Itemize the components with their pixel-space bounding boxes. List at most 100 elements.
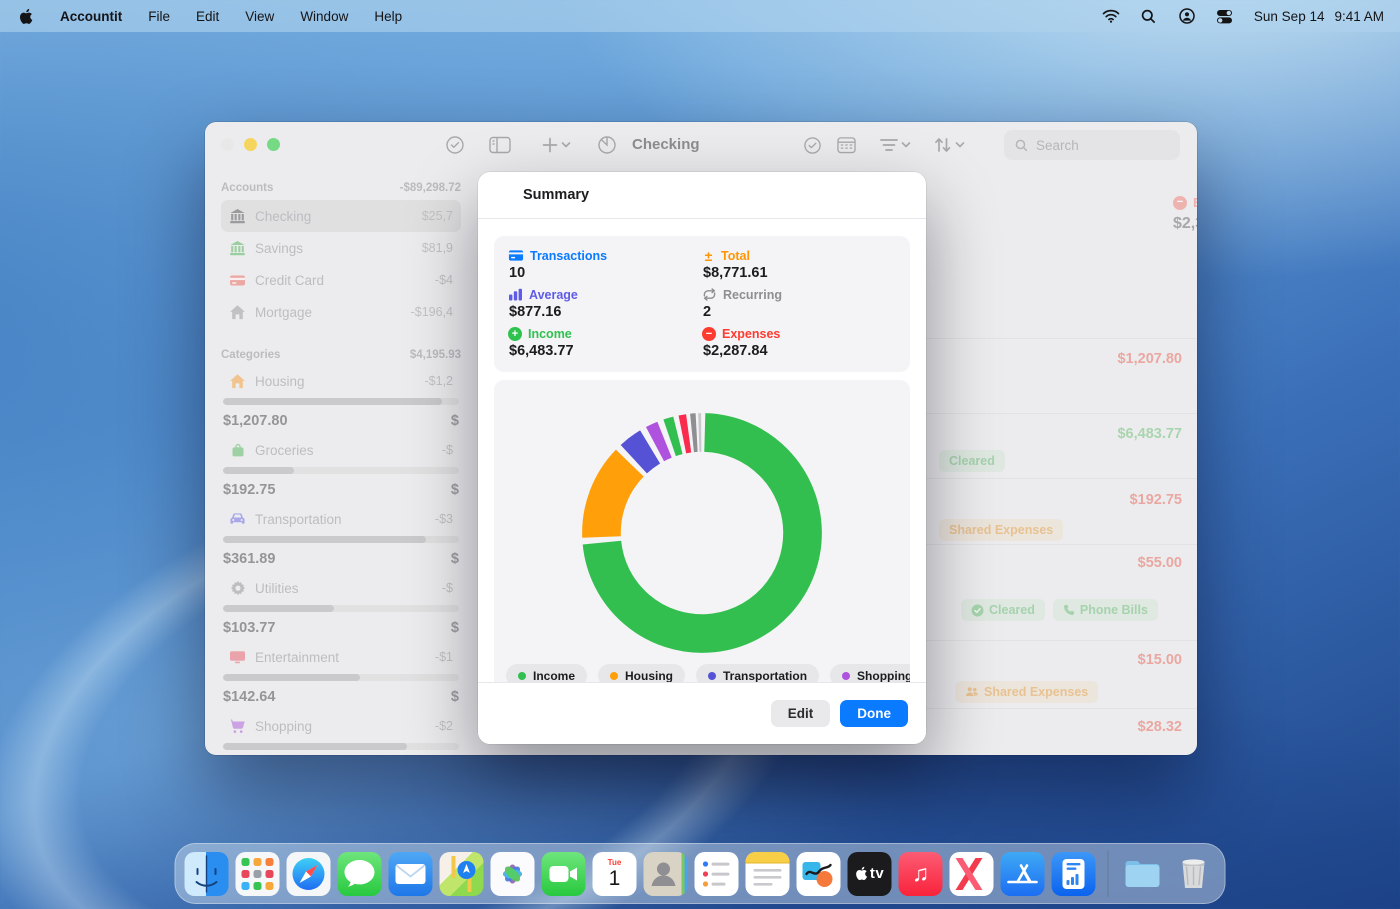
tv-label: tv — [870, 865, 884, 882]
category-housing[interactable]: Housing -$1,2 $1,207.80$ — [221, 367, 461, 432]
progress-bar — [223, 536, 459, 543]
dock-app-calendar[interactable]: Tue 1 — [593, 852, 637, 896]
credit-card-icon — [229, 272, 246, 289]
window-title: Checking — [632, 136, 700, 153]
category-transportation[interactable]: Transportation -$3 $361.89$ — [221, 505, 461, 570]
zoom-button[interactable] — [267, 138, 280, 151]
progress-bar — [223, 674, 459, 681]
dock-app-news[interactable] — [950, 852, 994, 896]
donut-segment-groceries[interactable] — [670, 435, 678, 437]
donut-chart — [557, 388, 847, 678]
donut-segment-transportation[interactable] — [634, 447, 650, 459]
sidebar-item-checking[interactable]: Checking $25,7 — [221, 200, 461, 232]
category-spent: $1,207.80 — [223, 413, 288, 429]
progress-bar — [223, 605, 459, 612]
user-icon[interactable] — [1178, 7, 1196, 25]
menu-item-help[interactable]: Help — [374, 9, 402, 24]
dock-app-app-store[interactable] — [1001, 852, 1045, 896]
sidebar-item-credit-card[interactable]: Credit Card -$4 — [221, 264, 461, 296]
repeat-icon — [702, 288, 717, 301]
dock-app-mail[interactable] — [389, 852, 433, 896]
bank-icon — [229, 240, 246, 257]
categories-header: Categories $4,195.93 — [221, 343, 461, 367]
tag-badge-phone-bills: Phone Bills — [1053, 599, 1158, 621]
menu-app-name[interactable]: Accountit — [60, 9, 122, 24]
donut-segment-shopping[interactable] — [655, 440, 665, 444]
expenses-stat: − Expenses $2,384.18 — [1173, 195, 1197, 233]
donut-segment-entertainment[interactable] — [682, 433, 688, 434]
modal-footer: Edit Done — [478, 682, 926, 744]
done-button[interactable]: Done — [840, 700, 908, 727]
house-icon — [229, 304, 246, 321]
progress-bar — [223, 398, 459, 405]
progress-bar — [223, 743, 459, 750]
dock-trash[interactable] — [1172, 852, 1216, 896]
category-entertainment[interactable]: Entertainment -$1 $142.64$ — [221, 643, 461, 708]
dock-folder-downloads[interactable] — [1121, 852, 1165, 896]
wifi-icon[interactable] — [1102, 7, 1120, 25]
menu-item-file[interactable]: File — [148, 9, 170, 24]
modal-title: Summary — [478, 172, 926, 219]
donut-segment-income[interactable] — [602, 433, 803, 634]
dock-app-photos[interactable] — [491, 852, 535, 896]
select-transactions-icon[interactable] — [445, 135, 465, 155]
minimize-button[interactable] — [244, 138, 257, 151]
sort-icon[interactable] — [933, 135, 965, 155]
plus-circle-icon: + — [508, 327, 522, 341]
summary-pie-icon[interactable] — [597, 135, 617, 155]
cleared-filter-icon[interactable] — [803, 135, 822, 155]
apple-menu-icon[interactable] — [16, 7, 34, 25]
progress-bar — [223, 467, 459, 474]
sidebar-item-mortgage[interactable]: Mortgage -$196,4 — [221, 296, 461, 328]
stat-average: Average $877.16 — [508, 284, 702, 323]
menu-clock[interactable]: Sun Sep 14 9:41 AM — [1254, 9, 1384, 24]
add-transaction-button[interactable] — [541, 135, 571, 155]
search-icon — [1013, 137, 1030, 154]
tag-badge-shared-expenses: Shared Expenses — [939, 519, 1063, 541]
cart-icon — [229, 718, 246, 735]
dock-app-accountit[interactable] — [1052, 852, 1096, 896]
dock-app-contacts[interactable] — [644, 852, 688, 896]
accounts-total: -$89,298.72 — [400, 182, 461, 194]
toggle-sidebar-icon[interactable] — [489, 135, 511, 155]
window-titlebar[interactable]: Checking Search — [205, 122, 1197, 168]
minus-circle-icon: − — [1173, 196, 1187, 210]
dock-app-tv[interactable]: tv — [848, 852, 892, 896]
search-input[interactable]: Search — [1004, 130, 1180, 160]
dock-app-messages[interactable] — [338, 852, 382, 896]
dock-app-reminders[interactable] — [695, 852, 739, 896]
menu-item-window[interactable]: Window — [300, 9, 348, 24]
donut-segment-housing[interactable] — [601, 463, 629, 537]
car-icon — [229, 511, 246, 528]
close-button[interactable] — [221, 138, 234, 151]
dock-app-maps[interactable] — [440, 852, 484, 896]
dock-app-launchpad[interactable] — [236, 852, 280, 896]
menu-item-edit[interactable]: Edit — [196, 9, 219, 24]
menu-date: Sun Sep 14 — [1254, 9, 1325, 24]
bag-icon — [229, 442, 246, 459]
summary-stats-card: Transactions 10 ± Total $8,771.61 Averag… — [494, 236, 910, 372]
filter-icon[interactable] — [879, 135, 911, 155]
sidebar-item-savings[interactable]: Savings $81,9 — [221, 232, 461, 264]
tag-badge-shared-expenses: Shared Expenses — [955, 681, 1098, 703]
phone-icon — [1063, 604, 1075, 616]
category-utilities[interactable]: Utilities -$ $103.77$ — [221, 574, 461, 639]
control-center-icon[interactable] — [1216, 7, 1234, 25]
dock-app-music[interactable]: ♫ — [899, 852, 943, 896]
dock-app-freeform[interactable] — [797, 852, 841, 896]
dock-app-notes[interactable] — [746, 852, 790, 896]
menu-item-view[interactable]: View — [245, 9, 274, 24]
dock-app-safari[interactable] — [287, 852, 331, 896]
edit-button[interactable]: Edit — [771, 700, 831, 727]
category-shopping[interactable]: Shopping -$2 $223.99$ — [221, 712, 461, 755]
dock-app-facetime[interactable] — [542, 852, 586, 896]
spotlight-search-icon[interactable] — [1140, 7, 1158, 25]
card-stack-icon — [508, 249, 524, 262]
menu-time: 9:41 AM — [1334, 9, 1384, 24]
dock-app-finder[interactable] — [185, 852, 229, 896]
category-spent: $142.64 — [223, 689, 275, 705]
category-groceries[interactable]: Groceries -$ $192.75$ — [221, 436, 461, 501]
status-badge-cleared: Cleared — [939, 450, 1005, 472]
calendar-icon[interactable] — [837, 135, 856, 155]
check-circle-icon — [971, 604, 984, 617]
